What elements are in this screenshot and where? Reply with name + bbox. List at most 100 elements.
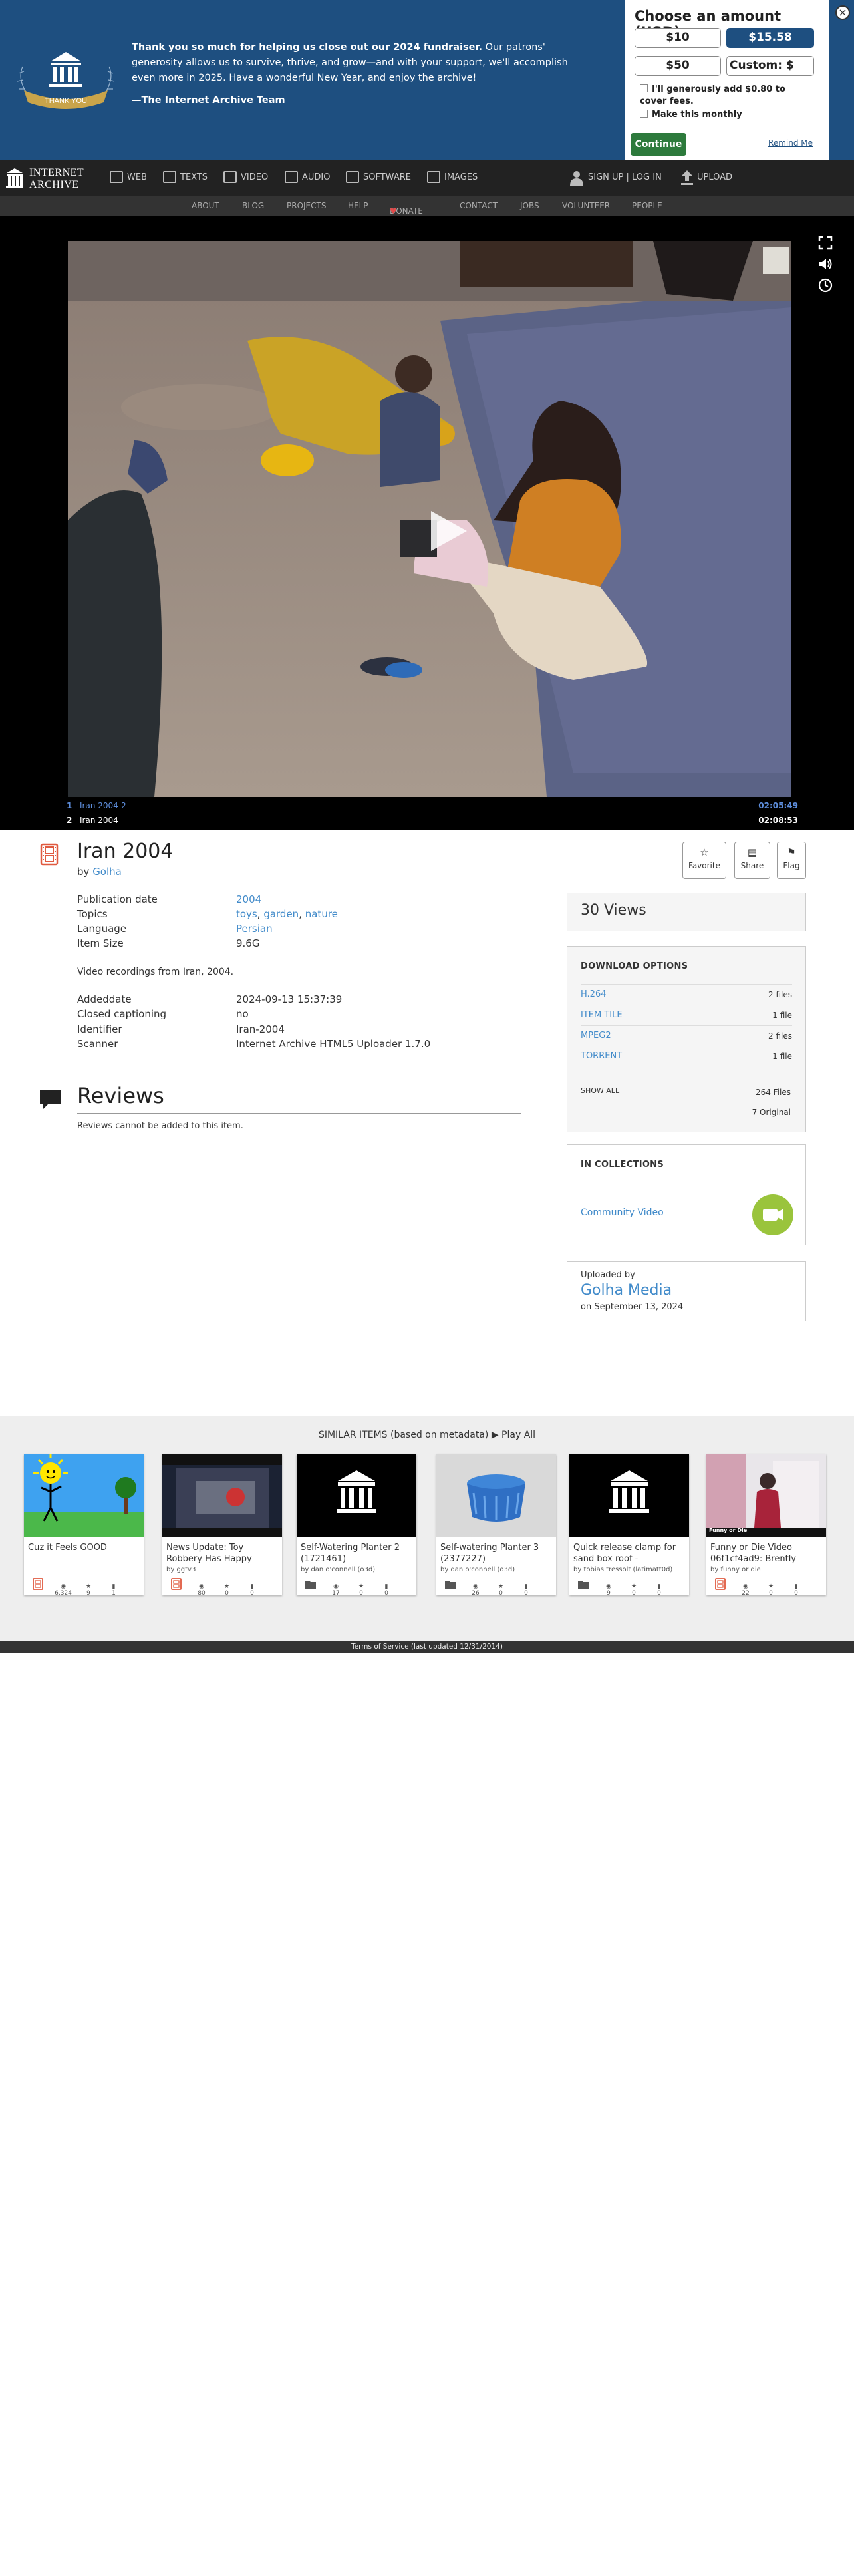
amount-15-button[interactable]: $15.58 — [726, 28, 814, 48]
subnav-people[interactable]: PEOPLE — [632, 201, 662, 210]
eye-icon: ◉ — [61, 1583, 66, 1590]
item-stats: ◉ 80 ★ 0 ▮ 0 — [162, 1578, 282, 1597]
download-row[interactable]: TORRENT 1 file — [581, 1046, 792, 1066]
video-frame[interactable] — [68, 241, 791, 797]
similar-item-card[interactable]: Self-watering Planter 3 (2377227) by dan… — [436, 1454, 556, 1597]
closed-captioning-value: no — [236, 1008, 249, 1020]
star-icon: ★ — [358, 1583, 364, 1590]
video-icon — [223, 171, 237, 183]
topics-label: Topics — [77, 908, 108, 920]
similar-item-card[interactable]: Funny or Die Funny or Die Video 06f1cf4a… — [706, 1454, 826, 1597]
subnav-help[interactable]: HELP — [348, 201, 368, 210]
nav-web[interactable]: WEB — [110, 168, 147, 187]
internet-archive-logo[interactable]: INTERNET ARCHIVE — [5, 165, 98, 192]
topic-link[interactable]: toys — [236, 908, 257, 920]
subnav-about[interactable]: ABOUT — [192, 201, 219, 210]
identifier-value: Iran-2004 — [236, 1023, 285, 1035]
download-row[interactable]: ITEM TILE 1 file — [581, 1005, 792, 1025]
play-icon[interactable] — [431, 511, 467, 551]
collection-link[interactable]: Community Video — [581, 1208, 664, 1218]
play-all-button[interactable]: ▶ Play All — [492, 1430, 535, 1440]
item-title[interactable]: Funny or Die Video 06f1cf4ad9: Brently — [710, 1542, 823, 1565]
close-icon[interactable]: × — [835, 5, 850, 20]
subnav-contact[interactable]: CONTACT — [460, 201, 498, 210]
star-icon: ★ — [768, 1583, 774, 1590]
views-stat: ◉ 17 — [332, 1583, 340, 1597]
checkbox-icon[interactable] — [640, 110, 648, 118]
custom-amount-input[interactable]: Custom: $ — [726, 56, 814, 76]
nav-audio[interactable]: AUDIO — [285, 168, 331, 187]
video-still-image — [68, 241, 791, 797]
upload-link[interactable]: UPLOAD — [681, 168, 732, 187]
uploader-link[interactable]: Golha Media — [581, 1282, 672, 1299]
item-title[interactable]: Quick release clamp for sand box roof - — [573, 1542, 686, 1565]
topic-link[interactable]: nature — [305, 908, 338, 920]
identifier-label: Identifier — [77, 1023, 122, 1035]
funny-or-die-badge: Funny or Die — [709, 1528, 748, 1533]
nav-images[interactable]: IMAGES — [427, 168, 478, 187]
flag-button[interactable]: ⚑ Flag — [777, 842, 806, 879]
download-row[interactable]: H.264 2 files — [581, 984, 792, 1004]
item-title[interactable]: Self-Watering Planter 2 (1721461) — [301, 1542, 414, 1565]
subnav-jobs[interactable]: JOBS — [520, 201, 539, 210]
share-icon: ▤ — [747, 846, 758, 858]
playlist-item[interactable]: 2 Iran 2004 02:08:53 — [60, 813, 798, 828]
reviews-stat: ▮ 0 — [250, 1583, 254, 1597]
banner-signature: —The Internet Archive Team — [132, 95, 285, 106]
nav-video[interactable]: VIDEO — [223, 168, 268, 187]
audio-icon — [285, 171, 298, 183]
signup-login-link[interactable]: SIGN UP | LOG IN — [569, 168, 662, 187]
subnav-projects[interactable]: PROJECTS — [287, 201, 326, 210]
playlist-item[interactable]: 1 Iran 2004-2 02:05:49 — [60, 798, 798, 813]
upload-icon — [681, 170, 693, 185]
checkbox-icon[interactable] — [640, 84, 648, 92]
volume-icon[interactable] — [818, 257, 833, 271]
size-value: 9.6G — [236, 937, 260, 949]
comment-icon: ▮ — [384, 1583, 388, 1590]
nav-software[interactable]: SOFTWARE — [346, 168, 411, 187]
fullscreen-icon[interactable] — [818, 236, 833, 250]
similar-item-card[interactable]: Quick release clamp for sand box roof - … — [569, 1454, 689, 1597]
subnav-volunteer[interactable]: VOLUNTEER — [562, 201, 610, 210]
remind-me-link[interactable]: Remind Me — [768, 138, 813, 148]
reviews-heading: Reviews — [77, 1083, 164, 1108]
subnav-blog[interactable]: BLOG — [242, 201, 264, 210]
monthly-checkbox[interactable]: Make this monthly — [640, 109, 742, 121]
item-title[interactable]: News Update: Toy Robbery Has Happy — [166, 1542, 279, 1565]
community-video-icon[interactable] — [752, 1194, 793, 1235]
cover-fees-checkbox[interactable]: I'll generously add $0.80 to cover fees. — [640, 84, 813, 108]
star-icon: ★ — [631, 1583, 637, 1590]
favorites-stat: ★ 0 — [358, 1583, 364, 1597]
download-row[interactable]: MPEG2 2 files — [581, 1025, 792, 1045]
thumbnail — [24, 1454, 144, 1537]
continue-button[interactable]: Continue — [631, 133, 686, 156]
uploader-box: Uploaded by Golha Media on September 13,… — [567, 1261, 806, 1321]
collection-icon — [445, 1581, 456, 1589]
similar-item-card[interactable]: Cuz it Feels GOOD ◉ 6,324 ★ 9 ▮ 1 — [24, 1454, 144, 1597]
similar-item-card[interactable]: Self-Watering Planter 2 (1721461) by dan… — [297, 1454, 416, 1597]
favorite-button[interactable]: ☆ Favorite — [682, 842, 726, 879]
item-stats: ◉ 26 ★ 0 ▮ 0 — [436, 1581, 556, 1597]
amount-10-button[interactable]: $10 — [635, 28, 721, 48]
addeddate-value: 2024-09-13 15:37:39 — [236, 993, 343, 1005]
clock-icon[interactable] — [818, 278, 833, 293]
author-link[interactable]: Golha — [92, 866, 122, 878]
views-count: 30 Views — [581, 902, 646, 919]
show-all-link[interactable]: SHOW ALL — [581, 1086, 619, 1095]
similar-item-card[interactable]: News Update: Toy Robbery Has Happy by gg… — [162, 1454, 282, 1597]
pubdate-link[interactable]: 2004 — [236, 893, 261, 905]
nav-texts[interactable]: TEXTS — [163, 168, 208, 187]
item-title[interactable]: Cuz it Feels GOOD — [28, 1542, 141, 1553]
eye-icon: ◉ — [473, 1583, 478, 1590]
topics-value: toys, garden, nature — [236, 908, 338, 920]
amount-50-button[interactable]: $50 — [635, 56, 721, 76]
comment-icon: ▮ — [112, 1583, 116, 1590]
share-button[interactable]: ▤ Share — [734, 842, 770, 879]
topic-link[interactable]: garden — [263, 908, 299, 920]
original-count: 7 Original — [752, 1108, 791, 1117]
reviews-stat: ▮ 0 — [657, 1583, 661, 1597]
terms-of-service-link[interactable]: Terms of Service (last updated 12/31/201… — [0, 1641, 854, 1653]
item-title[interactable]: Self-watering Planter 3 (2377227) — [440, 1542, 553, 1565]
collections-box: IN COLLECTIONS Community Video — [567, 1144, 806, 1245]
language-link[interactable]: Persian — [236, 923, 273, 935]
